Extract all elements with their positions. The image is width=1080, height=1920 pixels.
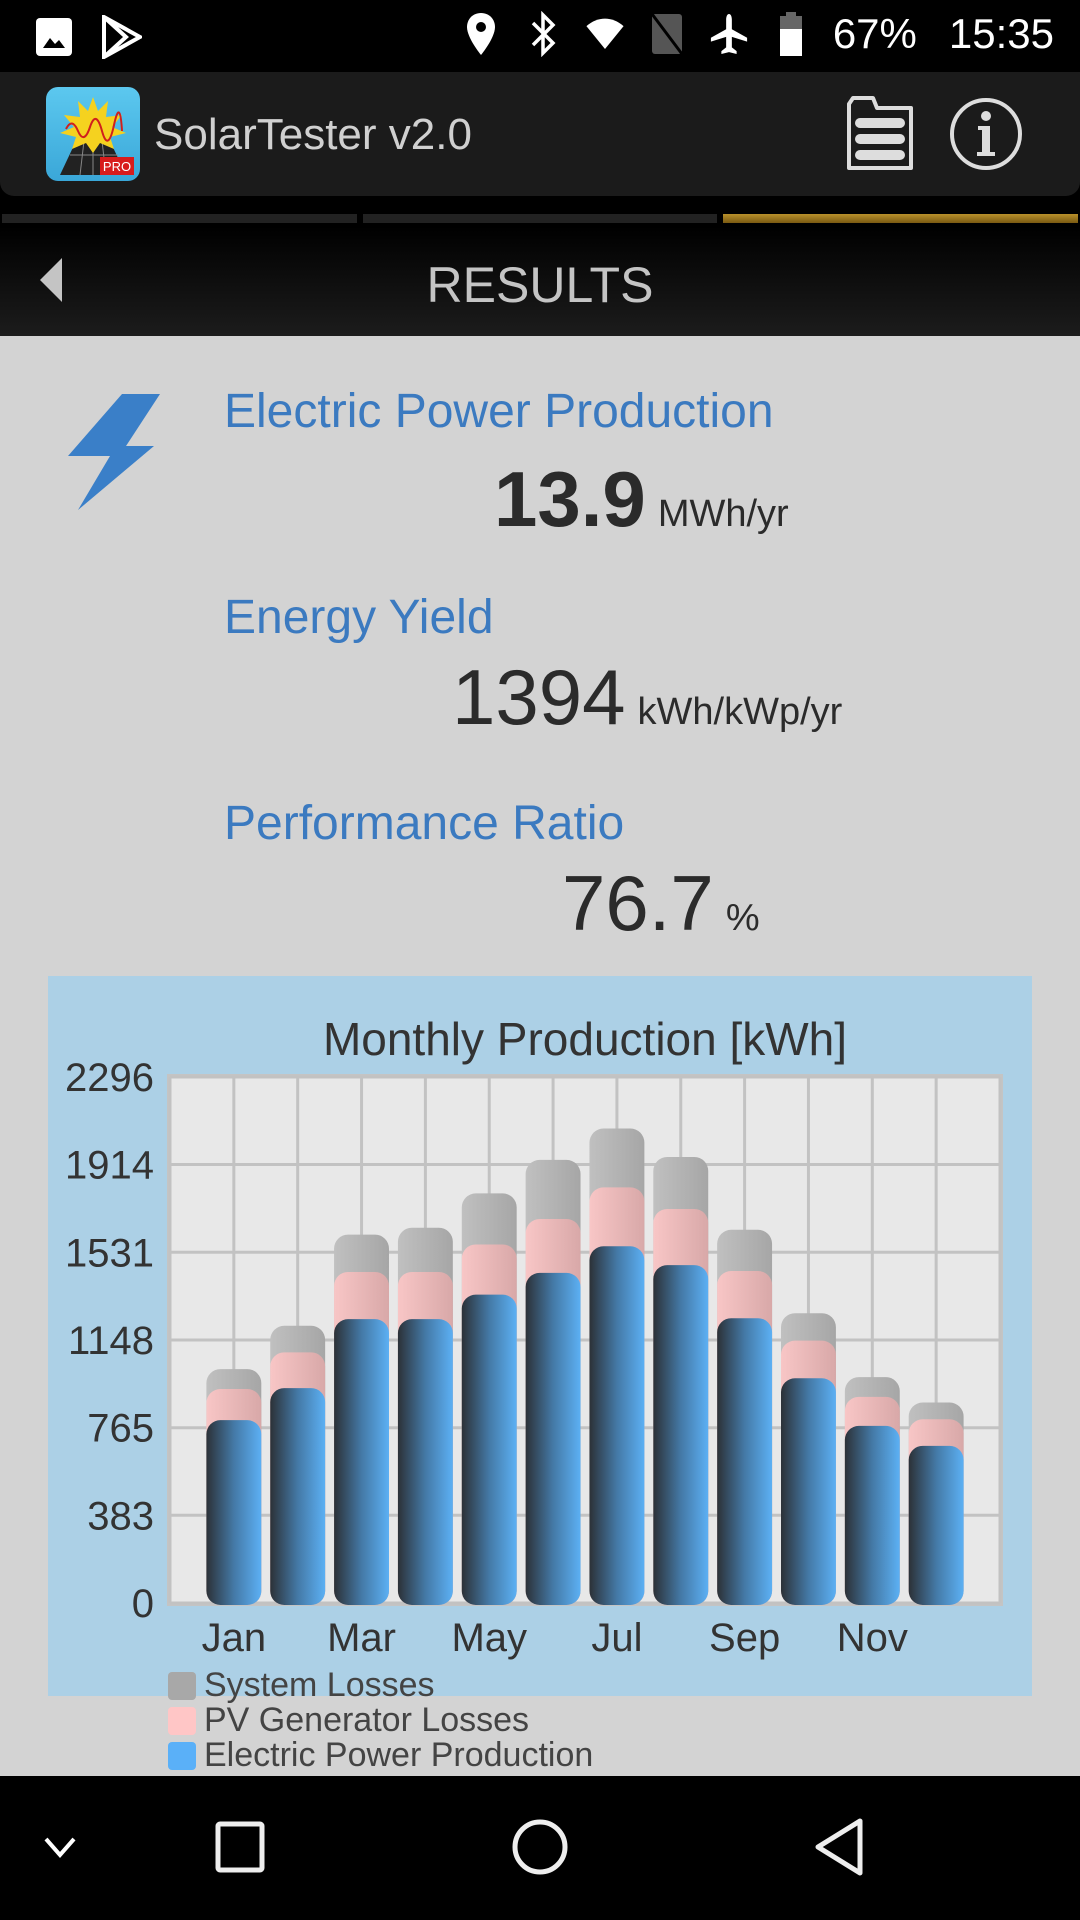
- x-tick-label: May: [451, 1616, 527, 1660]
- section-title: RESULTS: [426, 257, 654, 313]
- chevron-down-icon: [44, 1837, 76, 1859]
- legend-item-electric-power-production: Electric Power Production: [168, 1736, 594, 1774]
- recents-icon: [215, 1821, 265, 1873]
- home-icon: [512, 1819, 568, 1875]
- app-logo: PRO: [46, 87, 140, 181]
- gallery-icon: [34, 14, 74, 60]
- x-tick-label: Jan: [202, 1616, 267, 1660]
- wifi-icon: [585, 11, 625, 57]
- recents-button[interactable]: [200, 1812, 280, 1882]
- monthly-production-chart: 0 383 765 1148 1531 1914 2296 Jan Mar May Jul Sep No…: [65, 1056, 1003, 1660]
- tab-step-2[interactable]: [362, 214, 718, 223]
- back-nav-button[interactable]: [800, 1812, 880, 1882]
- step-tabs: [0, 214, 1080, 226]
- bar-production-nov: [844, 1425, 900, 1605]
- bar-production-jan: [206, 1420, 262, 1605]
- y-tick-label: 2296: [65, 1056, 154, 1100]
- x-tick-label: Mar: [327, 1616, 396, 1660]
- x-tick-label: Sep: [709, 1616, 780, 1660]
- info-button[interactable]: [946, 94, 1026, 178]
- tab-step-1[interactable]: [2, 214, 357, 223]
- legend-label: Electric Power Production: [204, 1736, 594, 1774]
- info-icon: [948, 96, 1024, 177]
- legend-label: PV Generator Losses: [204, 1701, 530, 1739]
- bar-production-feb: [270, 1388, 326, 1605]
- location-icon: [461, 11, 501, 57]
- back-icon: [815, 1818, 863, 1876]
- legend-label: System Losses: [204, 1666, 435, 1704]
- no-sim-icon: [647, 11, 687, 57]
- status-bar: 67% 15:35: [0, 0, 1080, 72]
- chart-legend: System Losses PV Generator Losses Electr…: [168, 1666, 594, 1774]
- bar-production-sep: [717, 1318, 773, 1605]
- legend-swatch-production: [168, 1741, 196, 1770]
- x-tick-label: Nov: [837, 1616, 908, 1660]
- results-content: Electric Power Production 13.9 MWh/yr En…: [0, 336, 1080, 1776]
- battery-icon: [771, 11, 811, 57]
- bar-production-mar: [334, 1319, 389, 1605]
- file-list-button[interactable]: [840, 94, 920, 178]
- legend-item-system-losses: System Losses: [168, 1666, 593, 1704]
- bar-production-oct: [781, 1378, 836, 1605]
- legend-swatch-pv-losses: [168, 1706, 196, 1735]
- collapse-button[interactable]: [20, 1812, 100, 1882]
- app-title: SolarTester v2.0: [154, 110, 472, 159]
- pro-badge: PRO: [103, 159, 131, 174]
- y-tick-label: 383: [87, 1494, 154, 1538]
- home-button[interactable]: [500, 1812, 580, 1882]
- airplane-icon: [709, 11, 749, 57]
- y-tick-label: 1914: [65, 1144, 154, 1188]
- clock: 15:35: [948, 10, 1054, 57]
- bar-production-dec: [908, 1445, 964, 1605]
- y-tick-label: 1148: [68, 1319, 154, 1363]
- app-bar: PRO SolarTester v2.0: [0, 72, 1080, 196]
- section-header: RESULTS: [0, 226, 1080, 336]
- legend-item-pv-generator-losses: PV Generator Losses: [168, 1701, 593, 1739]
- bluetooth-icon: [523, 11, 563, 57]
- legend-swatch-system-losses: [168, 1671, 196, 1700]
- bar-production-may: [461, 1294, 517, 1605]
- system-nav-bar: [0, 1776, 1080, 1920]
- y-tick-label: 765: [87, 1407, 154, 1451]
- x-tick-label: Jul: [591, 1616, 642, 1660]
- y-tick-label: 0: [132, 1582, 154, 1626]
- bar-production-jun: [525, 1272, 581, 1605]
- bar-production-aug: [653, 1265, 709, 1605]
- bar-production-jul: [589, 1246, 645, 1605]
- file-list-icon: [845, 94, 915, 179]
- battery-percent: 67%: [832, 10, 917, 57]
- play-store-icon: [102, 14, 142, 60]
- tab-step-3-results[interactable]: [723, 214, 1079, 223]
- y-tick-label: 1531: [65, 1231, 154, 1275]
- bar-production-apr: [397, 1319, 453, 1605]
